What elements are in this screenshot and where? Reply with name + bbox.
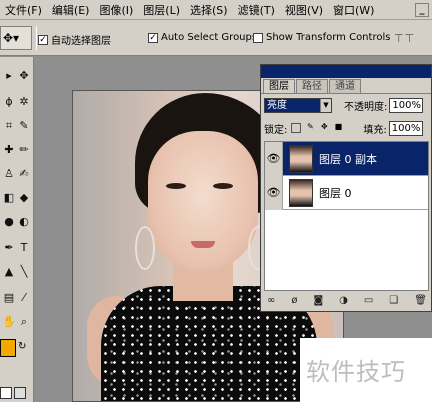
blend-row: 亮度 ▼ 不透明度: 100% (264, 96, 429, 114)
quick-mask-icon[interactable] (14, 387, 26, 399)
layer-thumbnail (289, 178, 313, 207)
lasso-tool-icon[interactable]: ϕ (2, 95, 16, 109)
notes-tool-icon[interactable]: ▤ (2, 291, 16, 305)
mask-icon[interactable]: ◙ (313, 295, 323, 309)
tab-channels[interactable]: 通道 (329, 79, 361, 93)
folder-icon[interactable]: ▭ (364, 295, 373, 309)
brush-tool-icon[interactable]: ✏ (17, 143, 31, 157)
clone-stamp-icon[interactable]: ♙ (2, 167, 16, 181)
show-transform-checkbox[interactable]: Show Transform Controls (253, 32, 390, 43)
eye-icon[interactable]: 👁 (265, 175, 283, 210)
menu-view[interactable]: 视图(V) (280, 2, 328, 18)
menu-window[interactable]: 窗口(W) (328, 2, 379, 18)
tool-preset-picker[interactable]: ✥▾ (0, 26, 32, 50)
minimize-button[interactable]: _ (415, 2, 429, 17)
zoom-tool-icon[interactable]: ⌕ (17, 315, 31, 329)
history-brush-icon[interactable]: ✍ (17, 167, 31, 181)
shape-tool-icon[interactable]: ╲ (17, 265, 31, 279)
menu-filter[interactable]: 滤镜(T) (233, 2, 280, 18)
menu-select[interactable]: 选择(S) (185, 2, 233, 18)
photo-eye-right (213, 183, 233, 189)
magic-wand-icon[interactable]: ✲ (17, 95, 31, 109)
menu-edit[interactable]: 编辑(E) (47, 2, 95, 18)
opacity-label: 不透明度: (344, 101, 388, 113)
tab-paths[interactable]: 路径 (296, 79, 328, 93)
options-bar: ✥▾ ✓ 自动选择图层 ✓ Auto Select Groups Show Tr… (0, 20, 432, 56)
show-transform-label: Show Transform Controls (266, 32, 391, 43)
checkbox-checked-icon: ✓ (148, 32, 158, 43)
eyedropper-icon[interactable]: ⁄ (17, 291, 31, 305)
swap-colors-icon[interactable]: ↻ (18, 341, 26, 352)
menu-file[interactable]: 文件(F) (0, 2, 47, 18)
marquee-tool-icon[interactable]: ✥ (17, 69, 31, 83)
layer-row-copy[interactable]: 👁 图层 0 副本 (265, 141, 428, 176)
opacity-input[interactable]: 100% (389, 97, 424, 113)
lock-transparency-icon[interactable] (291, 123, 302, 133)
chevron-down-icon: ▼ (320, 98, 331, 112)
gradient-tool-icon[interactable]: ◆ (17, 191, 31, 205)
foreground-color-swatch[interactable] (0, 339, 16, 357)
blur-tool-icon[interactable]: ● (2, 215, 16, 229)
photo-earring-left (135, 226, 155, 270)
slice-tool-icon[interactable]: ✎ (17, 119, 31, 133)
fill-label: 填充: (363, 124, 387, 136)
layers-panel: 图层 路径 通道 亮度 ▼ 不透明度: 100% 锁定: ✎ ✥ ■ 填充: 1… (260, 64, 432, 312)
lock-all-icon[interactable]: ■ (333, 123, 343, 133)
photo-mouth (191, 241, 215, 248)
layer-row-base[interactable]: 👁 图层 0 (265, 175, 428, 210)
auto-select-groups-checkbox[interactable]: ✓ Auto Select Groups (148, 32, 257, 43)
lock-row: 锁定: ✎ ✥ ■ 填充: 100% (264, 119, 429, 137)
auto-select-layer-label: 自动选择图层 (51, 36, 111, 47)
layers-list: 👁 图层 0 副本 👁 图层 0 (264, 141, 429, 291)
dodge-tool-icon[interactable]: ◐ (17, 215, 31, 229)
pen-tool-icon[interactable]: ✒ (2, 241, 16, 255)
auto-select-groups-label: Auto Select Groups (161, 32, 258, 43)
healing-brush-icon[interactable]: ✚ (2, 143, 16, 157)
blend-mode-select[interactable]: 亮度 ▼ (264, 97, 332, 113)
link-icon[interactable]: ∞ (267, 295, 275, 309)
menu-bar: 文件(F) 编辑(E) 图像(I) 图层(L) 选择(S) 滤镜(T) 视图(V… (0, 0, 432, 20)
lock-label: 锁定: (264, 124, 288, 136)
panel-title-bar[interactable] (261, 65, 431, 78)
auto-select-layer-checkbox[interactable]: ✓ 自动选择图层 (38, 32, 111, 47)
checkbox-checked-icon: ✓ (38, 34, 48, 45)
photo-face (148, 131, 258, 271)
panel-tabs: 图层 路径 通道 (261, 78, 431, 94)
eraser-tool-icon[interactable]: ◧ (2, 191, 16, 205)
separator (36, 26, 37, 50)
move-tool-icon[interactable]: ▸ (2, 69, 16, 83)
eye-icon[interactable]: 👁 (265, 141, 283, 176)
panel-footer: ∞ ø ◙ ◑ ▭ ❑ 🗑 (267, 295, 427, 309)
checkbox-unchecked-icon (253, 32, 263, 43)
fill-input[interactable]: 100% (388, 120, 423, 136)
adjustment-icon[interactable]: ◑ (339, 295, 348, 309)
type-tool-icon[interactable]: T (17, 241, 31, 255)
standard-mode-icon[interactable] (0, 387, 12, 399)
layer-name: 图层 0 副本 (319, 152, 377, 166)
lock-position-icon[interactable]: ✥ (319, 123, 329, 133)
lock-paint-icon[interactable]: ✎ (305, 123, 315, 133)
trash-icon[interactable]: 🗑 (414, 295, 427, 309)
tab-layers[interactable]: 图层 (263, 79, 295, 93)
fx-icon[interactable]: ø (291, 295, 297, 309)
toolbox: ▸ ✥ ϕ ✲ ⌗ ✎ ✚ ✏ ♙ ✍ ◧ ◆ ● ◐ ✒ T ▲ ╲ ▤ ⁄ … (0, 57, 34, 402)
layer-name: 图层 0 (319, 186, 352, 200)
hand-tool-icon[interactable]: ✋ (2, 315, 16, 329)
crop-tool-icon[interactable]: ⌗ (2, 119, 16, 133)
new-layer-icon[interactable]: ❑ (389, 295, 398, 309)
menu-image[interactable]: 图像(I) (94, 2, 138, 18)
layer-thumbnail (289, 144, 313, 173)
menu-layer[interactable]: 图层(L) (138, 2, 185, 18)
path-select-icon[interactable]: ▲ (2, 265, 16, 279)
align-icons[interactable]: ⊤⊤ (394, 32, 415, 45)
watermark-text: 软件技巧 (306, 358, 406, 386)
blend-mode-value: 亮度 (265, 98, 321, 112)
photo-eye-left (166, 183, 186, 189)
